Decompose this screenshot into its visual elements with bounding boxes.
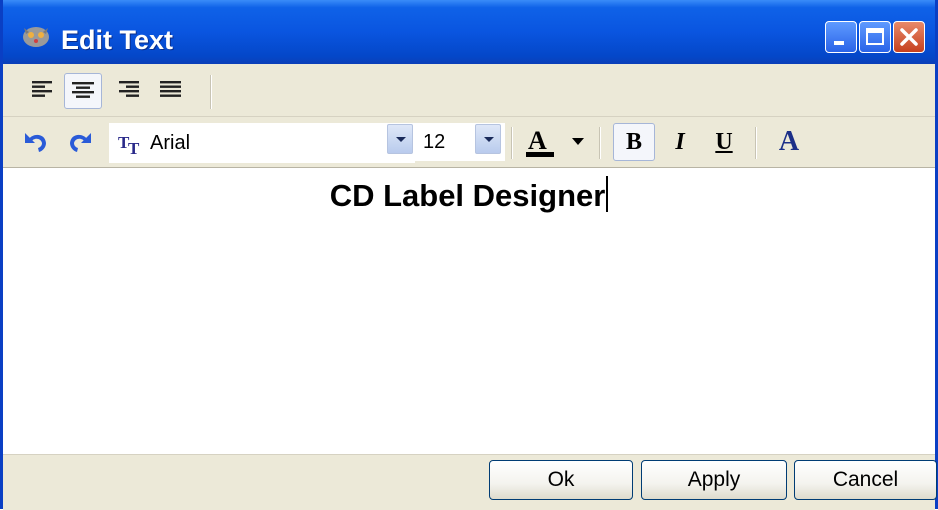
align-right-icon bbox=[119, 81, 139, 97]
maximize-button[interactable] bbox=[859, 21, 891, 53]
redo-icon bbox=[70, 133, 91, 152]
undo-icon bbox=[25, 133, 46, 152]
minimize-icon bbox=[834, 41, 844, 45]
ok-button[interactable]: Ok bbox=[489, 460, 633, 500]
window-title: Edit Text bbox=[61, 25, 174, 55]
chevron-down-icon bbox=[484, 137, 494, 142]
align-right-button[interactable] bbox=[111, 73, 149, 109]
italic-button[interactable]: I bbox=[659, 123, 701, 161]
font-name-dropdown-button[interactable] bbox=[387, 124, 413, 154]
editor-text-line: CD Label Designer bbox=[3, 176, 935, 214]
toolbar-separator bbox=[210, 75, 212, 109]
svg-text:A: A bbox=[528, 126, 547, 155]
align-center-icon bbox=[72, 82, 94, 98]
dialog-footer: Ok Apply Cancel bbox=[3, 454, 937, 510]
toolbar-separator bbox=[599, 127, 601, 159]
align-justify-button[interactable] bbox=[153, 73, 191, 109]
cancel-button[interactable]: Cancel bbox=[794, 460, 937, 500]
svg-text:T: T bbox=[128, 139, 140, 156]
text-color-icon: A bbox=[526, 126, 554, 157]
chevron-down-icon bbox=[396, 137, 406, 142]
text-color-button[interactable]: A bbox=[523, 125, 559, 159]
close-button[interactable] bbox=[893, 21, 925, 53]
underline-button[interactable]: U bbox=[703, 123, 745, 161]
minimize-button[interactable] bbox=[825, 21, 857, 53]
align-left-icon bbox=[32, 81, 52, 97]
font-name-value: Arial bbox=[150, 132, 191, 154]
align-center-button[interactable] bbox=[64, 73, 102, 109]
undo-button[interactable] bbox=[21, 127, 53, 157]
toolbar-separator bbox=[511, 127, 513, 159]
bold-button[interactable]: B bbox=[613, 123, 655, 161]
truetype-font-icon: T T bbox=[118, 133, 140, 156]
font-dialog-button[interactable]: A bbox=[771, 123, 807, 161]
maximize-icon bbox=[866, 28, 884, 45]
app-icon bbox=[23, 27, 49, 47]
formatting-toolbar: T T Arial 12 A B I U A bbox=[3, 117, 935, 168]
edit-text-dialog: Edit Text T T Arial 12 A B I U A CD Labe… bbox=[0, 0, 938, 510]
font-size-value: 12 bbox=[423, 131, 446, 153]
alignment-toolbar bbox=[3, 67, 935, 117]
redo-button[interactable] bbox=[65, 127, 97, 157]
font-name-combo[interactable]: T T Arial bbox=[109, 123, 415, 163]
apply-button[interactable]: Apply bbox=[641, 460, 787, 500]
close-icon bbox=[900, 28, 918, 46]
text-color-dropdown-icon[interactable] bbox=[571, 137, 585, 147]
text-caret bbox=[606, 176, 609, 212]
editor-content: CD Label Designer bbox=[329, 178, 606, 213]
font-size-dropdown-button[interactable] bbox=[475, 124, 501, 154]
align-justify-icon bbox=[160, 81, 181, 97]
text-editor-area[interactable]: CD Label Designer bbox=[3, 168, 935, 454]
align-left-button[interactable] bbox=[25, 73, 63, 109]
title-bar[interactable]: Edit Text bbox=[3, 0, 935, 64]
toolbar-separator bbox=[755, 127, 757, 159]
